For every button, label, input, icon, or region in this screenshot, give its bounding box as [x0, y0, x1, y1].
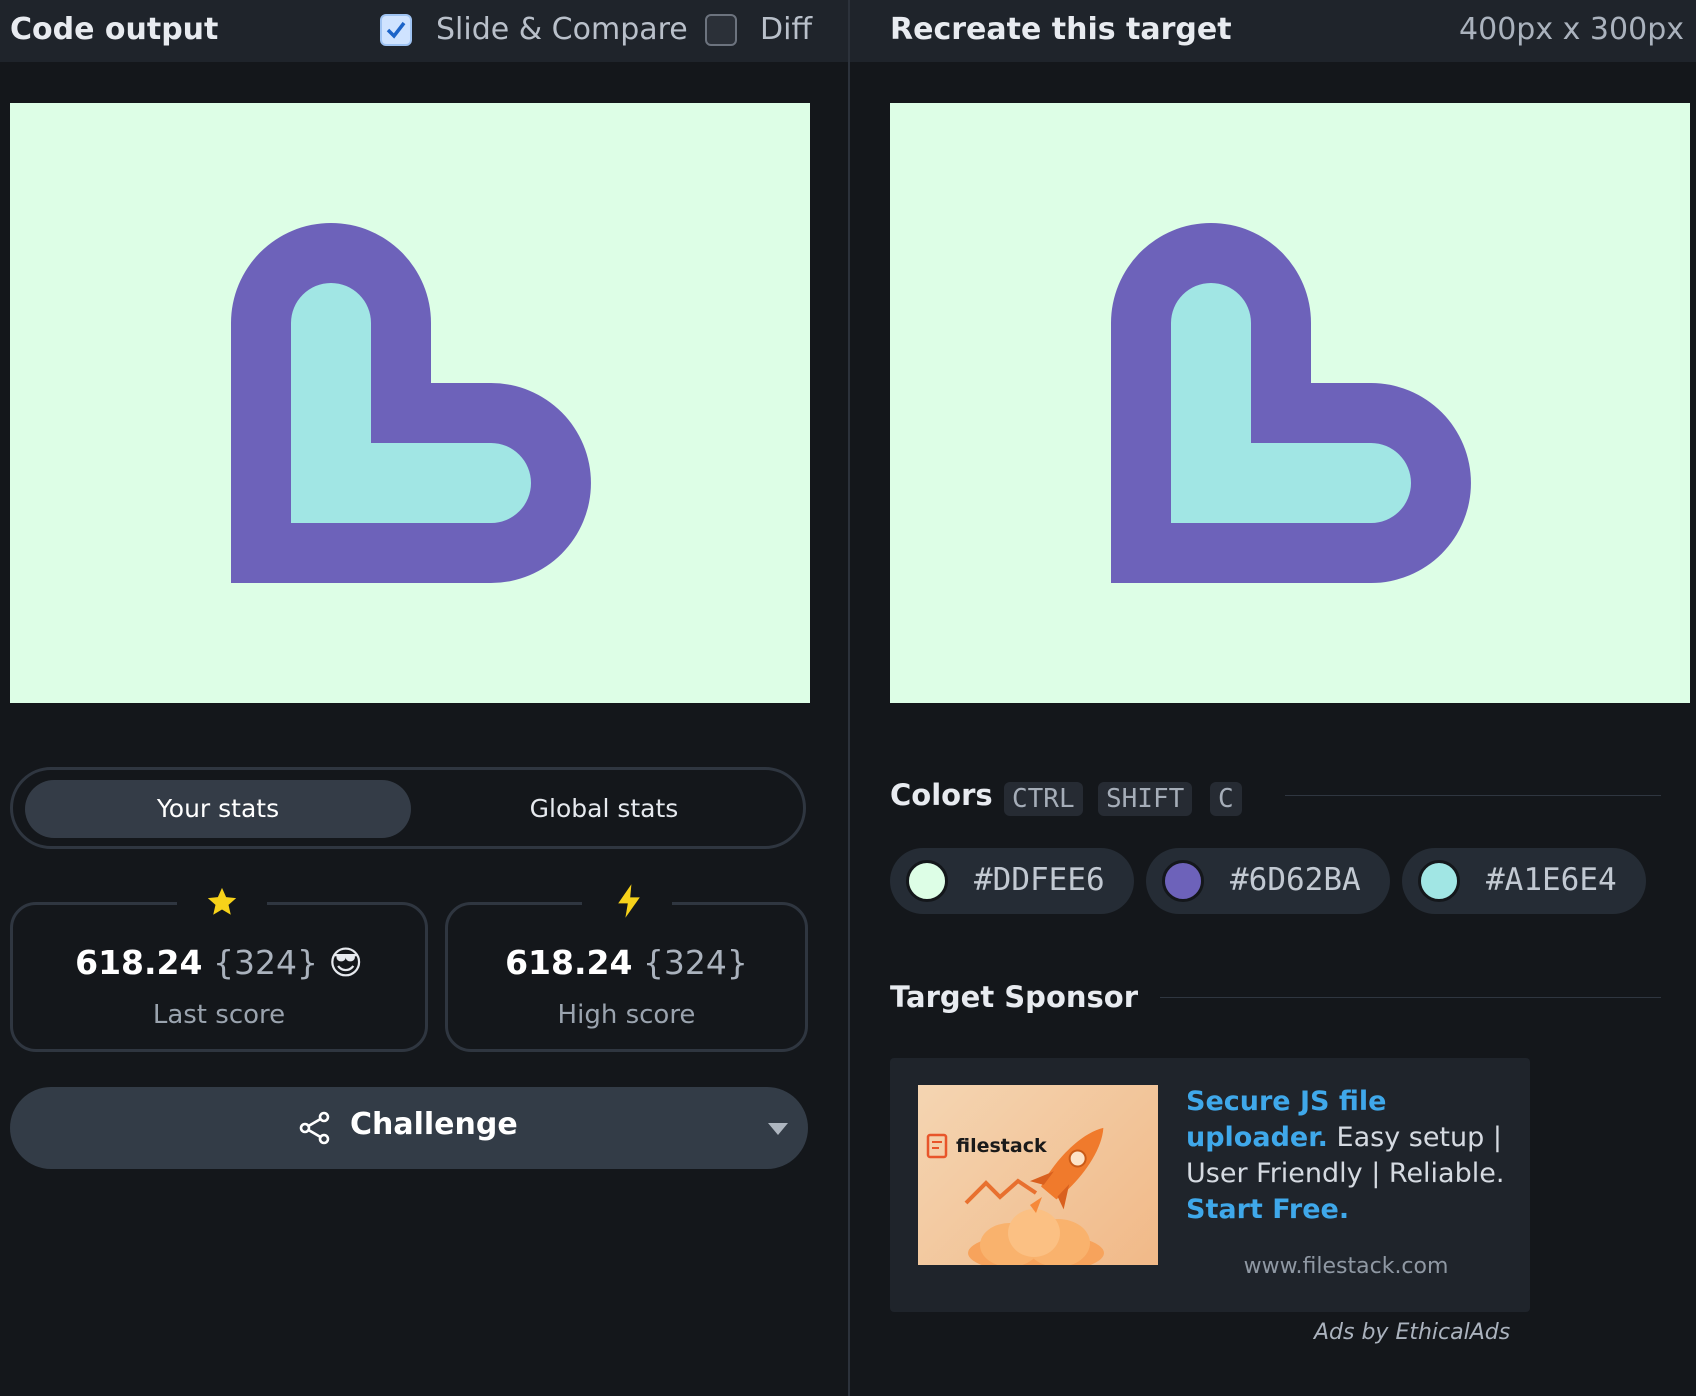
ad-cta[interactable]: Start Free.	[1186, 1194, 1349, 1225]
tab-your-stats[interactable]: Your stats	[25, 780, 411, 838]
color-dot	[906, 860, 948, 902]
color-hex: #A1E6E4	[1486, 862, 1617, 898]
check-icon	[386, 21, 406, 39]
stats-tabs: Your stats Global stats	[10, 767, 806, 849]
filestack-logo-icon	[926, 1133, 948, 1159]
target-sponsor-title: Target Sponsor	[890, 980, 1139, 1014]
colors-divider	[1285, 795, 1661, 796]
target-panel: Recreate this target 400px x 300px Color…	[850, 0, 1696, 1396]
color-hex: #DDFEE6	[974, 862, 1105, 898]
code-output-canvas[interactable]	[10, 103, 810, 703]
color-dot	[1418, 860, 1460, 902]
shortcut-key-shift: SHIFT	[1098, 782, 1193, 816]
ad-brand: filestack	[956, 1135, 1047, 1157]
last-score-label: Last score	[152, 1000, 286, 1030]
shortcut-key-c: C	[1210, 782, 1242, 816]
tab-global-stats[interactable]: Global stats	[411, 780, 797, 838]
ad-text[interactable]: Secure JS file uploader. Easy setup | Us…	[1186, 1084, 1506, 1228]
target-size: 400px x 300px	[1459, 12, 1684, 47]
color-dot	[1162, 860, 1204, 902]
last-score-card: 618.24 {324} 😎 Last score	[10, 887, 428, 1052]
ad-image[interactable]: filestack	[918, 1085, 1158, 1265]
code-output-title: Code output	[10, 12, 219, 47]
diff-checkbox[interactable]	[705, 14, 737, 46]
sunglasses-emoji-icon: 😎	[328, 943, 363, 982]
heart-shape-output	[231, 223, 591, 583]
color-hex: #6D62BA	[1230, 862, 1361, 898]
target-canvas	[890, 103, 1690, 703]
color-swatch[interactable]: #DDFEE6	[890, 848, 1134, 914]
share-icon	[299, 1111, 330, 1145]
target-title: Recreate this target	[890, 12, 1232, 47]
ad-url[interactable]: www.filestack.com	[1186, 1254, 1506, 1279]
sponsor-divider	[1160, 997, 1661, 998]
target-header: Recreate this target 400px x 300px	[850, 0, 1696, 62]
last-score: 618.24 {324} 😎	[75, 943, 363, 982]
rocket-illustration	[926, 1127, 1104, 1265]
challenge-label: Challenge	[350, 1107, 518, 1142]
high-score-label: High score	[557, 1000, 696, 1030]
color-swatch[interactable]: #6D62BA	[1146, 848, 1390, 914]
lightning-icon	[618, 884, 640, 918]
code-output-header: Code output Slide & Compare Diff	[0, 0, 848, 62]
heart-shape-target	[1111, 223, 1471, 583]
sponsor-ad[interactable]: filestack Secure JS file uploader. Easy …	[890, 1058, 1530, 1312]
shortcut-key-ctrl: CTRL	[1004, 782, 1083, 816]
slide-compare-checkbox[interactable]	[380, 14, 412, 46]
ads-by-ethicalads[interactable]: Ads by EthicalAds	[1314, 1320, 1510, 1345]
chevron-down-icon[interactable]	[767, 1122, 789, 1136]
colors-title: Colors	[890, 778, 993, 812]
challenge-button[interactable]: Challenge	[10, 1087, 808, 1169]
star-icon	[207, 887, 237, 915]
high-score: 618.24 {324}	[505, 943, 748, 982]
color-swatch[interactable]: #A1E6E4	[1402, 848, 1646, 914]
diff-label[interactable]: Diff	[760, 12, 812, 47]
code-output-panel: Code output Slide & Compare Diff Your st…	[0, 0, 848, 1396]
high-score-card: 618.24 {324} High score	[445, 884, 808, 1052]
slide-compare-label[interactable]: Slide & Compare	[436, 12, 688, 47]
